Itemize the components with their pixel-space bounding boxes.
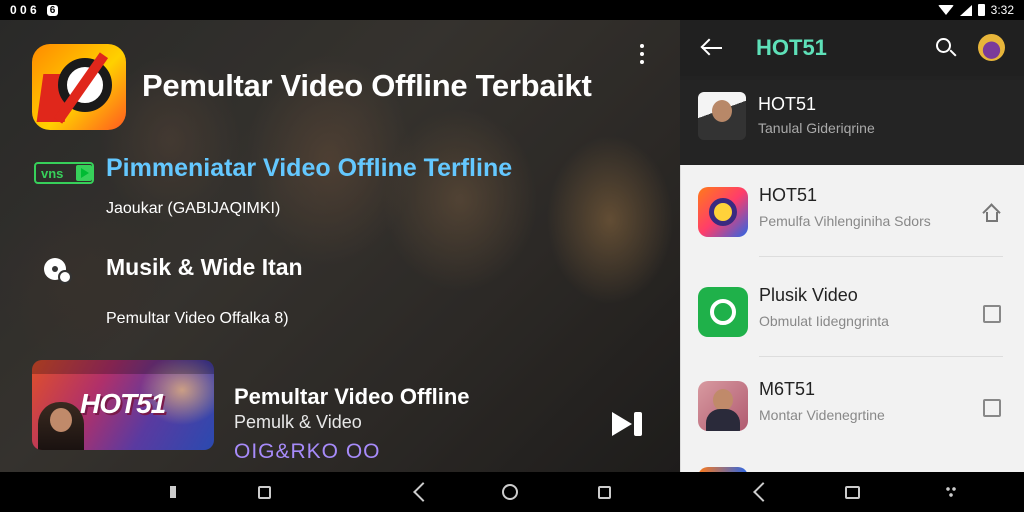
back-arrow-icon[interactable] <box>700 36 724 60</box>
signal-icon <box>959 4 972 16</box>
app-icon <box>698 187 748 237</box>
now-playing-subtitle: Pemulk & Video <box>234 412 362 432</box>
list-header: HOT51 <box>680 20 1024 76</box>
status-notification-chip: 6 <box>46 4 59 16</box>
video-thumbnail <box>698 381 748 431</box>
play-badge-icon <box>76 165 92 181</box>
nav-back-icon[interactable] <box>413 482 433 502</box>
wifi-icon <box>937 5 954 15</box>
navigation-bar <box>0 472 1024 512</box>
list-item-subtitle: Montar Videnegrtine <box>759 407 885 423</box>
status-bar: 0 0 6 6 3:32 <box>0 0 1024 20</box>
nav-recents-icon[interactable] <box>258 486 271 499</box>
nav-recents-icon[interactable] <box>598 486 611 499</box>
nav-recents-icon[interactable] <box>845 486 860 499</box>
screen: 0 0 6 6 3:32 Pemultar Video Offline Terb… <box>0 0 1024 512</box>
app-icon <box>698 287 748 337</box>
video-hero-pane[interactable]: Pemultar Video Offline Terbaikt vns Pimm… <box>0 20 680 472</box>
avatar[interactable] <box>978 34 1005 61</box>
list-item[interactable]: Plusik Video Obmulat Iidegngrinta <box>681 265 1024 357</box>
list-item[interactable]: HOT51 Pemulfa Vihlenginiha Sdors <box>681 165 1024 257</box>
hero-subtitle: Pimmeniatar Video Offline Terfline <box>106 154 513 182</box>
list-item-subtitle: Obmulat Iidegngrinta <box>759 313 889 329</box>
status-right: 3:32 <box>937 3 1014 17</box>
list-item-selected[interactable]: HOT51 Tanulal Gideriqrine <box>680 80 1024 164</box>
list-item-title: HOT51 <box>758 94 817 114</box>
battery-icon <box>977 4 985 16</box>
item-checkbox[interactable] <box>983 399 1001 417</box>
nav-indicator-icon[interactable] <box>170 486 176 498</box>
divider <box>759 356 1003 357</box>
thumbnail-label: HOT51 <box>80 388 166 419</box>
now-playing-title[interactable]: Pemultar Video Offline <box>234 384 470 410</box>
home-icon[interactable] <box>982 203 1001 223</box>
list-item[interactable]: M6T51 Montar Videnegrtine <box>681 359 1024 451</box>
play-next-button[interactable] <box>612 412 644 436</box>
list-item-title: HOT51 <box>759 185 818 205</box>
nav-back-icon[interactable] <box>753 482 773 502</box>
section-title[interactable]: Musik & Wide Itan <box>106 254 303 281</box>
video-list: HOT51 Pemulfa Vihlenginiha Sdors Plusik … <box>680 165 1024 472</box>
nav-dots-icon[interactable] <box>946 487 956 497</box>
video-list-pane: HOT51 HOT51 Tanulal Gideriqrine HOT51 Pe… <box>680 20 1024 472</box>
list-item-subtitle: Tanulal Gideriqrine <box>758 120 875 136</box>
list-item-subtitle: Pemulfa Vihlenginiha Sdors <box>759 213 931 229</box>
more-options-icon[interactable] <box>636 42 648 66</box>
divider <box>759 256 1003 257</box>
thumbnail-person-image <box>38 402 84 450</box>
nav-home-icon[interactable] <box>502 484 518 500</box>
video-thumbnail <box>698 92 746 140</box>
search-icon[interactable] <box>936 38 958 60</box>
item-checkbox[interactable] <box>983 305 1001 323</box>
section-subtitle: Pemultar Video Offalka 8) <box>106 310 289 327</box>
list-title: HOT51 <box>756 35 827 60</box>
now-playing-thumbnail[interactable]: HOT51 <box>32 360 214 450</box>
list-item-title: M6T51 <box>759 379 816 399</box>
list-item-title: Plusik Video <box>759 285 858 305</box>
page-title: Pemultar Video Offline Terbaikt <box>142 68 592 103</box>
hero-tagline: Jaoukar (GABIJAQIMKI) <box>106 200 281 217</box>
now-playing-code: OIG&RKO OO <box>234 440 381 463</box>
status-time: 3:32 <box>990 3 1014 17</box>
status-notification-text: 0 0 6 <box>10 3 37 17</box>
music-disc-icon <box>44 256 72 284</box>
vns-badge: vns <box>34 162 94 184</box>
status-left: 0 0 6 6 <box>10 3 59 17</box>
vns-badge-label: vns <box>41 165 64 181</box>
app-logo <box>32 44 126 130</box>
